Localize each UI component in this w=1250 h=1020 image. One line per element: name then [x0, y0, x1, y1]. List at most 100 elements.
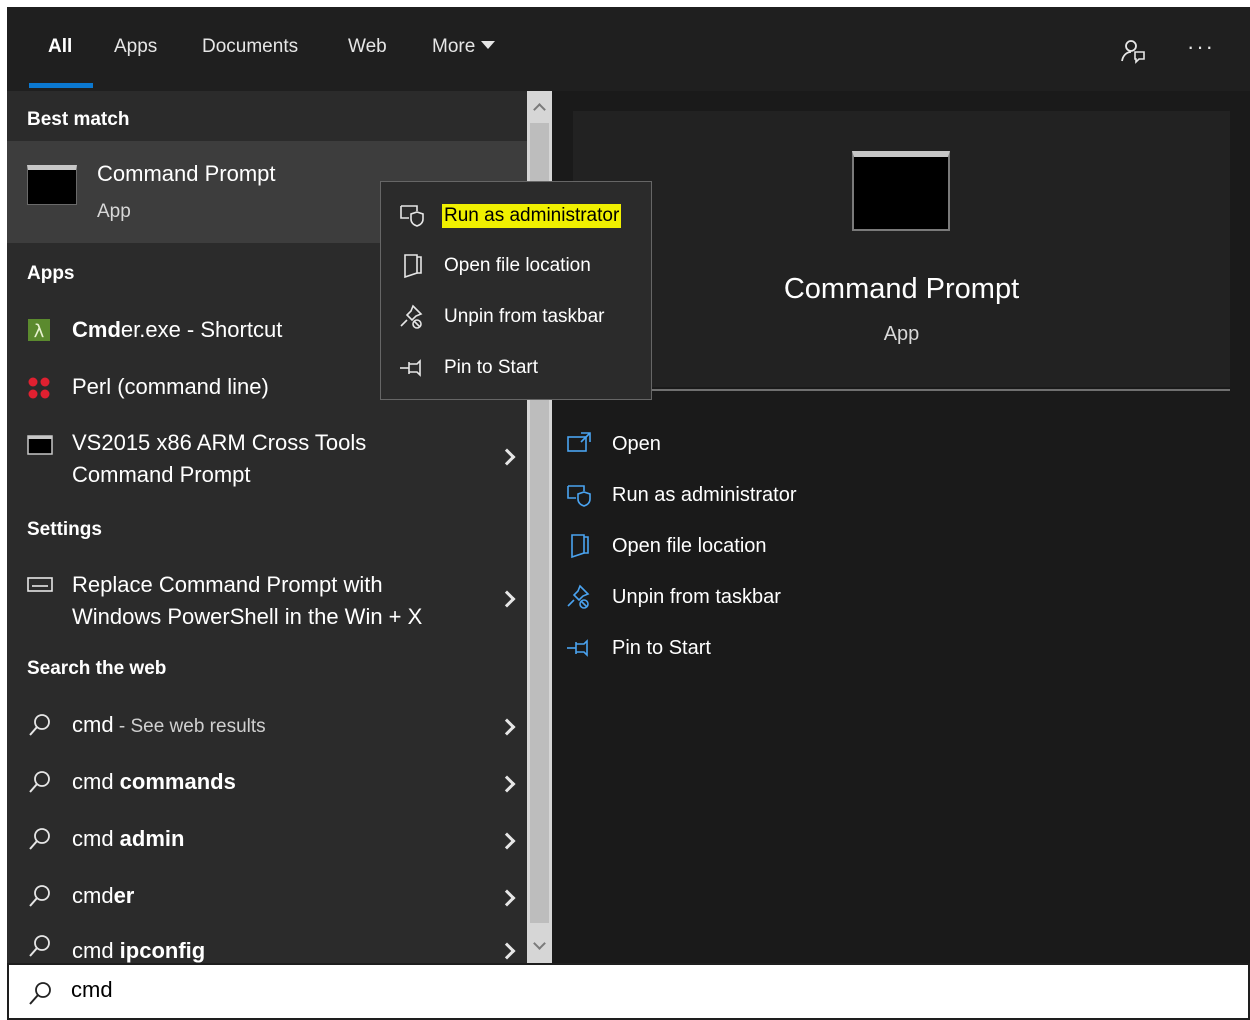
- detail-action-label: Unpin from taskbar: [612, 586, 781, 608]
- detail-header: Command Prompt App: [573, 111, 1230, 387]
- app-item-vs2015-cross-tools[interactable]: VS2015 x86 ARM Cross Tools Command Promp…: [7, 421, 527, 495]
- keyboard-icon: [27, 577, 53, 598]
- web-result-label: cmder: [72, 880, 134, 912]
- search-icon: [27, 826, 53, 857]
- web-result-label: cmd admin: [72, 823, 184, 855]
- search-icon: [27, 933, 53, 963]
- web-result-completion: ipconfig: [113, 938, 206, 963]
- pin-icon: [564, 633, 594, 663]
- ctx-item-label: Pin to Start: [444, 357, 538, 378]
- app-item-label-line2: Command Prompt: [72, 462, 251, 487]
- search-tab-bar: All Apps Documents Web More ···: [7, 7, 1250, 91]
- settings-item-powershell[interactable]: Replace Command Prompt with Windows Powe…: [7, 561, 527, 635]
- ctx-item-label: Open file location: [444, 255, 591, 276]
- app-item-label: Cmder.exe - Shortcut: [72, 314, 282, 346]
- web-result-term: cmd: [72, 883, 114, 908]
- web-result-term: cmd: [72, 769, 114, 794]
- more-options-icon[interactable]: ···: [1187, 34, 1215, 60]
- app-item-match: Cmd: [72, 317, 121, 342]
- feedback-icon[interactable]: [1119, 37, 1147, 70]
- perl-icon: [27, 376, 51, 405]
- detail-action-open[interactable]: Open: [567, 432, 661, 456]
- web-result-completion: er: [113, 883, 135, 908]
- web-result-cmd-commands[interactable]: cmd commands: [7, 758, 527, 810]
- open-icon: [564, 429, 594, 459]
- command-prompt-icon: [27, 165, 77, 205]
- unpin-icon: [564, 582, 594, 612]
- web-result-label: cmd ipconfig: [72, 935, 205, 963]
- ctx-item-pin-start[interactable]: Pin to Start: [381, 343, 651, 393]
- section-best-match: Best match: [27, 109, 130, 130]
- web-result-term: cmd: [72, 938, 114, 963]
- context-menu: Run as administrator Open file location …: [380, 181, 652, 400]
- web-result-cmd-admin[interactable]: cmd admin: [7, 815, 527, 867]
- chevron-down-icon: [481, 41, 496, 49]
- tab-more[interactable]: More: [432, 36, 496, 58]
- web-result-label: cmd commands: [72, 766, 236, 798]
- web-result-completion: admin: [113, 826, 185, 851]
- chevron-right-icon[interactable]: [498, 942, 516, 960]
- web-result-term: cmd: [72, 712, 114, 737]
- active-tab-indicator: [29, 83, 93, 88]
- web-result-cmd-ipconfig[interactable]: cmd ipconfig: [7, 929, 527, 963]
- best-match-title: Command Prompt: [97, 161, 276, 186]
- best-match-type: App: [97, 201, 131, 222]
- web-result-term: cmd: [72, 826, 114, 851]
- search-icon: [27, 712, 53, 743]
- app-item-rest: er.exe - Shortcut: [120, 317, 283, 342]
- chevron-right-icon[interactable]: [498, 775, 516, 793]
- detail-action-label: Open: [612, 433, 661, 455]
- section-search-web: Search the web: [27, 658, 167, 679]
- web-result-cmder[interactable]: cmder: [7, 872, 527, 924]
- ctx-item-open-location[interactable]: Open file location: [381, 241, 651, 291]
- detail-action-run-as-admin[interactable]: Run as administrator: [567, 484, 797, 507]
- web-result-cmd[interactable]: cmd - See web results: [7, 701, 527, 753]
- detail-action-open-location[interactable]: Open file location: [571, 534, 767, 559]
- settings-item-line1: Replace Command Prompt with: [72, 572, 383, 597]
- tab-all[interactable]: All: [48, 36, 72, 58]
- section-apps: Apps: [27, 263, 75, 284]
- shield-admin-icon: [397, 200, 427, 230]
- detail-action-label: Pin to Start: [612, 637, 711, 659]
- detail-action-unpin[interactable]: Unpin from taskbar: [567, 584, 781, 609]
- settings-item-line2: Windows PowerShell in the Win + X: [72, 604, 423, 629]
- tab-web[interactable]: Web: [348, 36, 387, 58]
- folder-location-icon: [397, 251, 427, 281]
- detail-type: App: [883, 323, 920, 345]
- cmder-lambda-icon: λ: [27, 318, 51, 347]
- ctx-item-label: Unpin from taskbar: [444, 306, 605, 327]
- chevron-right-icon[interactable]: [498, 718, 516, 736]
- app-item-label-line1: VS2015 x86 ARM Cross Tools: [72, 430, 367, 455]
- web-result-suffix: See web results: [130, 716, 266, 737]
- web-result-separator: -: [113, 716, 131, 737]
- shield-admin-icon: [564, 480, 594, 510]
- search-input[interactable]: [71, 977, 971, 1003]
- detail-action-pin-start[interactable]: Pin to Start: [567, 637, 711, 660]
- ctx-item-unpin[interactable]: Unpin from taskbar: [381, 292, 651, 342]
- detail-action-label: Run as administrator: [612, 484, 797, 506]
- chevron-right-icon[interactable]: [498, 832, 516, 850]
- web-result-label: cmd - See web results: [72, 709, 266, 743]
- detail-title: Command Prompt: [783, 273, 1020, 305]
- tab-more-label: More: [432, 36, 476, 57]
- chevron-right-icon[interactable]: [498, 590, 516, 608]
- ctx-item-run-as-admin[interactable]: Run as administrator: [381, 190, 651, 240]
- search-icon: [27, 769, 53, 800]
- tab-apps[interactable]: Apps: [114, 36, 157, 58]
- scroll-up-icon[interactable]: [533, 103, 546, 116]
- tab-documents[interactable]: Documents: [202, 36, 298, 58]
- detail-panel: Command Prompt App Open Run as administr…: [552, 91, 1250, 963]
- unpin-icon: [397, 302, 427, 332]
- windows-search-window: All Apps Documents Web More ··· Best mat…: [7, 7, 1250, 1020]
- chevron-right-icon[interactable]: [498, 448, 516, 466]
- search-icon: [27, 883, 53, 914]
- command-prompt-large-icon: [852, 151, 950, 231]
- section-settings: Settings: [27, 519, 102, 540]
- detail-divider: [573, 389, 1230, 391]
- console-icon: [27, 435, 53, 460]
- scroll-down-icon[interactable]: [533, 937, 546, 950]
- search-box[interactable]: [7, 963, 1250, 1020]
- app-item-label: Perl (command line): [72, 374, 269, 399]
- search-icon: [27, 979, 55, 1012]
- chevron-right-icon[interactable]: [498, 889, 516, 907]
